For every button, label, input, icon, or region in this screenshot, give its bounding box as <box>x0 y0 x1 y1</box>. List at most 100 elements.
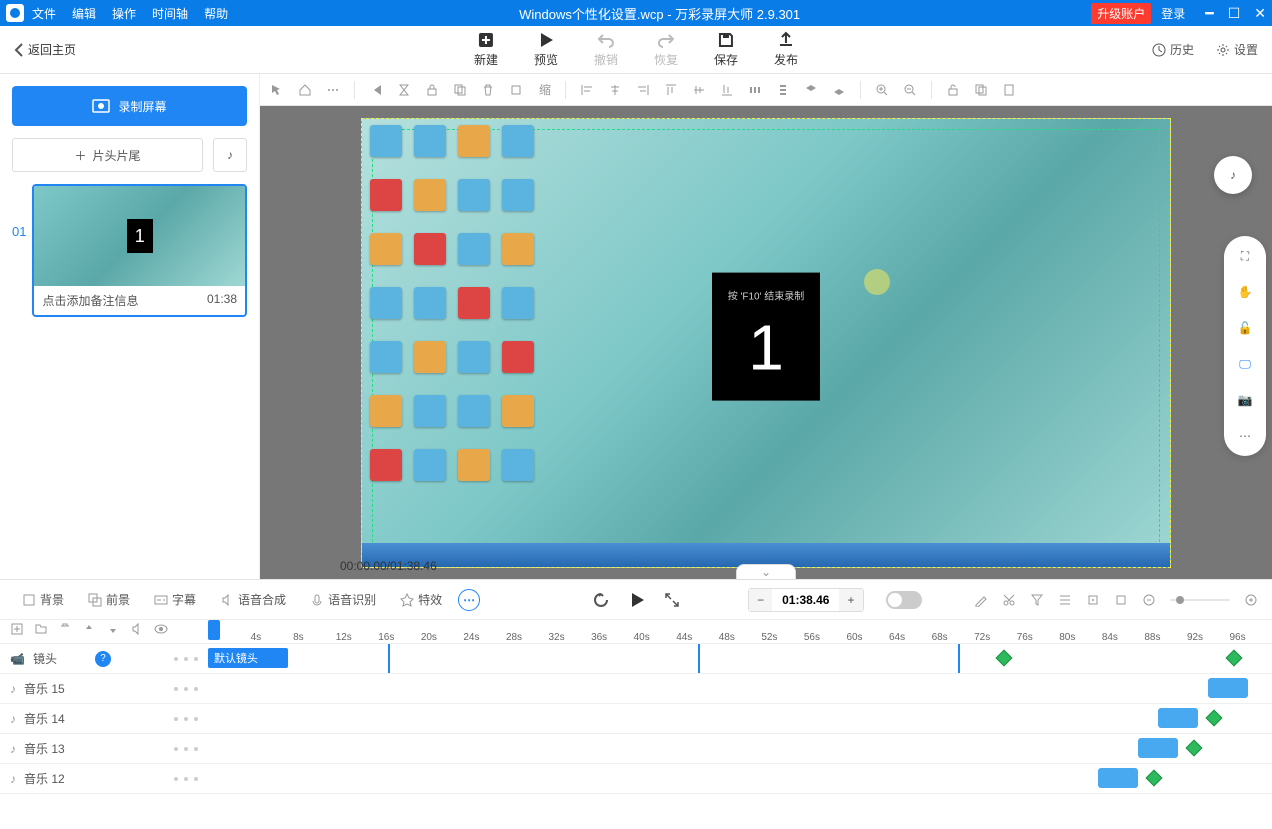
keyframe[interactable] <box>1186 740 1203 757</box>
unlock-icon[interactable] <box>946 83 960 97</box>
replay-button[interactable] <box>592 591 610 609</box>
zoom-in-icon[interactable] <box>875 83 889 97</box>
align-center-icon[interactable] <box>608 83 622 97</box>
zoom-in-tl-icon[interactable] <box>1244 593 1258 607</box>
lock-icon[interactable] <box>425 83 439 97</box>
audio-clip[interactable] <box>1138 738 1178 758</box>
tab-background[interactable]: 背景 <box>14 587 72 612</box>
preview-button[interactable]: 预览 <box>534 31 558 68</box>
keyframe[interactable] <box>1146 770 1163 787</box>
dist-v-icon[interactable] <box>776 83 790 97</box>
audio-clip[interactable] <box>1098 768 1138 788</box>
keyframe[interactable] <box>1206 710 1223 727</box>
pointer-icon[interactable] <box>270 83 284 97</box>
edit-icon[interactable] <box>974 593 988 607</box>
tab-effect[interactable]: 特效 <box>392 587 450 612</box>
publish-button[interactable]: 发布 <box>774 31 798 68</box>
screen-tool[interactable]: 🖵 <box>1235 354 1255 374</box>
tab-foreground[interactable]: 前景 <box>80 587 138 612</box>
add-track-icon[interactable] <box>10 622 24 636</box>
hand-tool[interactable]: ✋ <box>1235 282 1255 302</box>
copy-icon[interactable] <box>453 83 467 97</box>
audio-clip[interactable] <box>1208 678 1248 698</box>
more-tools[interactable]: ⋯ <box>1235 426 1255 446</box>
align-right-icon[interactable] <box>636 83 650 97</box>
camera-tool[interactable]: 📷 <box>1235 390 1255 410</box>
paste-icon[interactable] <box>1002 83 1016 97</box>
delete-track-icon[interactable] <box>58 622 72 636</box>
fullscreen-tool[interactable]: ⛶ <box>1235 246 1255 266</box>
folder-icon[interactable] <box>34 622 48 636</box>
menu-file[interactable]: 文件 <box>32 5 56 22</box>
time-minus[interactable]: − <box>749 589 772 611</box>
menu-edit[interactable]: 编辑 <box>72 5 96 22</box>
duplicate-icon[interactable] <box>974 83 988 97</box>
trash-icon[interactable] <box>481 83 495 97</box>
collapse-handle[interactable]: ⌄ <box>736 564 796 580</box>
more-icon[interactable] <box>326 83 340 97</box>
add-slide-button[interactable]: ＋ 片头片尾 <box>12 138 203 172</box>
music-button[interactable]: ♪ <box>213 138 247 172</box>
tab-asr[interactable]: 语音识别 <box>302 587 384 612</box>
login-button[interactable]: 登录 <box>1161 5 1185 22</box>
keyframe-icon[interactable] <box>1114 593 1128 607</box>
record-button[interactable]: 录制屏幕 <box>12 86 247 126</box>
close-button[interactable]: ✕ <box>1254 5 1266 22</box>
move-up-icon[interactable] <box>82 622 96 636</box>
time-plus[interactable]: + <box>839 589 862 611</box>
align-middle-icon[interactable] <box>692 83 706 97</box>
align-left-icon[interactable] <box>580 83 594 97</box>
skip-start-icon[interactable] <box>369 83 383 97</box>
keyframe[interactable] <box>1226 650 1243 667</box>
tab-subtitle[interactable]: 字幕 <box>146 587 204 612</box>
align-bottom-icon[interactable] <box>720 83 734 97</box>
zoom-slider[interactable] <box>1170 593 1230 607</box>
undo-button[interactable]: 撤销 <box>594 31 618 68</box>
marker-icon[interactable] <box>1086 593 1100 607</box>
visible-icon[interactable] <box>154 622 168 636</box>
dist-h-icon[interactable] <box>748 83 762 97</box>
layer-up-icon[interactable] <box>804 83 818 97</box>
float-music-button[interactable]: ♪ <box>1214 156 1252 194</box>
redo-button[interactable]: 恢复 <box>654 31 678 68</box>
track-body[interactable]: 默认镜头 <box>208 644 1272 673</box>
time-value[interactable]: 01:38.46 <box>772 589 839 611</box>
back-button[interactable]: 返回主页 <box>14 41 76 58</box>
history-button[interactable]: 历史 <box>1152 41 1194 58</box>
align-top-icon[interactable] <box>664 83 678 97</box>
preview-screen[interactable]: 按 'F10' 结束录制 1 <box>361 118 1171 568</box>
font-icon[interactable]: 缩 <box>537 83 551 97</box>
more-tabs-button[interactable]: ⋯ <box>458 589 480 611</box>
list-icon[interactable] <box>1058 593 1072 607</box>
move-down-icon[interactable] <box>106 622 120 636</box>
timeline-ruler[interactable]: 0s4s8s12s16s20s24s28s32s36s40s44s48s52s5… <box>0 620 1272 644</box>
crop-icon[interactable] <box>509 83 523 97</box>
minimize-button[interactable]: ━ <box>1205 5 1213 22</box>
filter-icon[interactable] <box>1030 593 1044 607</box>
mute-icon[interactable] <box>130 622 144 636</box>
maximize-button[interactable]: ☐ <box>1228 5 1241 22</box>
hourglass-icon[interactable] <box>397 83 411 97</box>
tab-tts[interactable]: 语音合成 <box>212 587 294 612</box>
expand-button[interactable] <box>664 592 680 608</box>
zoom-out-icon[interactable] <box>903 83 917 97</box>
cut-icon[interactable] <box>1002 593 1016 607</box>
home-icon[interactable] <box>298 83 312 97</box>
menu-timeline[interactable]: 时间轴 <box>152 5 188 22</box>
save-button[interactable]: 保存 <box>714 31 738 68</box>
new-button[interactable]: 新建 <box>474 31 498 68</box>
snap-toggle[interactable] <box>886 591 922 609</box>
play-button[interactable] <box>628 591 646 609</box>
clip-thumbnail[interactable]: 点击添加备注信息 01:38 <box>32 184 247 317</box>
unlock-tool[interactable]: 🔓 <box>1235 318 1255 338</box>
zoom-out-tl-icon[interactable] <box>1142 593 1156 607</box>
upgrade-button[interactable]: 升级账户 <box>1091 3 1151 24</box>
settings-button[interactable]: 设置 <box>1216 41 1258 58</box>
shot-clip[interactable]: 默认镜头 <box>208 648 288 668</box>
audio-clip[interactable] <box>1158 708 1198 728</box>
menu-help[interactable]: 帮助 <box>204 5 228 22</box>
playhead[interactable] <box>208 620 220 640</box>
keyframe[interactable] <box>996 650 1013 667</box>
menu-action[interactable]: 操作 <box>112 5 136 22</box>
help-icon[interactable]: ? <box>95 651 111 667</box>
